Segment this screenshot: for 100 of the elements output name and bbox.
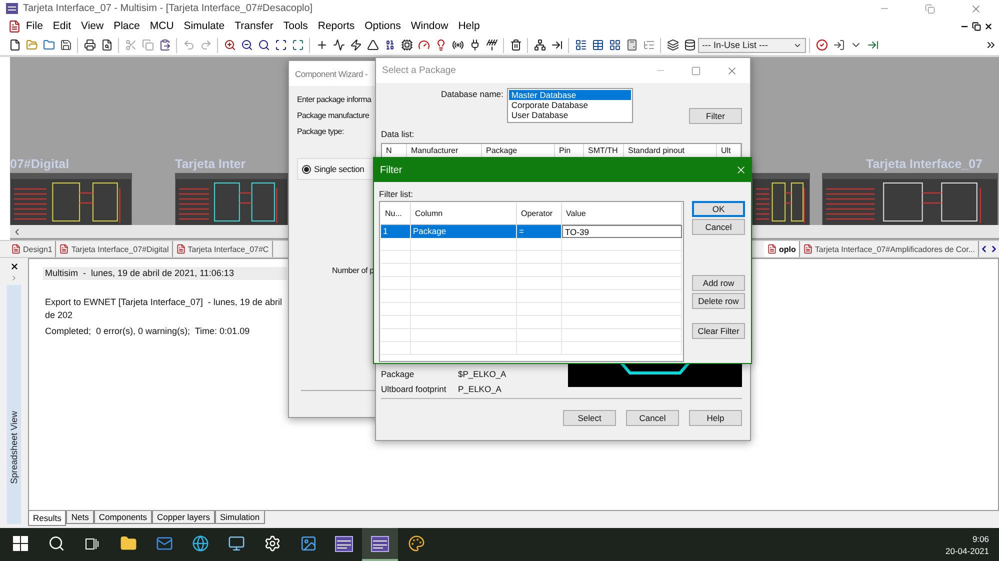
folder-open-icon [26, 39, 38, 51]
dialog-button[interactable]: Select [563, 410, 616, 426]
radio-button[interactable] [302, 164, 311, 174]
palette-icon [408, 535, 424, 552]
list-tree-icon [642, 39, 654, 51]
search-icon [258, 39, 270, 51]
menu-item[interactable]: Simulate [178, 18, 230, 34]
document-icon [176, 244, 186, 254]
calculator-icon [626, 39, 638, 51]
table-cell: 1 [381, 225, 411, 238]
value-input-field[interactable]: TO-39 [562, 225, 682, 238]
settings-icon [264, 535, 280, 552]
layers-icon [666, 39, 678, 51]
menu-item[interactable]: Transfer [230, 18, 278, 34]
image-icon [300, 535, 316, 552]
radio-icon [452, 39, 464, 51]
taskbar-button[interactable] [362, 528, 398, 561]
dialog-button[interactable]: Cancel [626, 410, 679, 426]
database-item[interactable]: Corporate Database [509, 100, 632, 110]
document-icon [8, 20, 21, 32]
app-logo-icon [6, 3, 18, 14]
database-item[interactable]: User Database [509, 110, 632, 120]
canvas-title: Tarjeta Inter [175, 157, 246, 171]
scroll-left-icon[interactable] [979, 244, 989, 254]
field-label: Package manufacture [297, 110, 370, 122]
printer-icon [84, 39, 96, 51]
binary-icon [384, 39, 396, 51]
dialog-button[interactable]: Add row [692, 275, 745, 291]
dialog-button[interactable]: Delete row [692, 293, 745, 309]
maximize-icon [691, 66, 701, 76]
menu-item[interactable]: MCU [144, 18, 179, 34]
copy-icon [142, 39, 154, 51]
arrow-to-line-icon [550, 39, 562, 51]
clock-date: 20-04-2021 [946, 546, 989, 556]
sheet-tab[interactable]: Copper layers [152, 511, 215, 524]
zoom-out-icon [240, 39, 252, 51]
dialog-title: Component Wizard - [295, 68, 368, 78]
zoom-in-icon [224, 39, 236, 51]
sheet-tab[interactable]: Simulation [214, 511, 265, 524]
menu-item[interactable]: Options [360, 18, 406, 34]
dialog-button[interactable]: OK [692, 201, 745, 217]
folder-icon [42, 39, 54, 51]
field-label: Package [381, 369, 416, 379]
menu-item[interactable]: Place [108, 18, 145, 34]
design-tab[interactable]: Tarjeta Interface_07#C [172, 241, 273, 257]
plus-icon [316, 39, 328, 51]
restore-icon [925, 4, 935, 14]
menu-item[interactable]: File [21, 18, 48, 34]
field-value: P_ELKO_A [458, 384, 502, 394]
window-title: Tarjeta Interface_07 - Multisim - [Tarjeta Interface_07#Desacoplo] [23, 3, 313, 14]
menu-item[interactable]: Tools [278, 18, 313, 34]
sheet-tab[interactable]: Results [28, 511, 66, 526]
filter-button[interactable]: Filter [689, 108, 742, 124]
plug-icon [468, 39, 480, 51]
dialog-button[interactable]: Help [689, 410, 742, 426]
arrow-to-line-icon [866, 39, 878, 51]
database-list[interactable]: Master Database Corporate Database User Database [507, 88, 634, 123]
database-item[interactable]: Master Database [509, 90, 632, 100]
grid-icon [608, 39, 620, 51]
design-tab[interactable]: Tarjeta Interface_07#Amplificadores de Cor... [800, 241, 979, 257]
dialog-button[interactable]: Clear Filter [692, 323, 745, 339]
design-tab[interactable]: oplo [764, 241, 800, 257]
design-tab[interactable]: Design1 [8, 241, 56, 257]
save-icon [60, 39, 72, 51]
field-label: Ultboard footprint [381, 384, 448, 394]
design-tab[interactable]: Tarjeta Interface_07#Digital [56, 241, 173, 257]
clock-time: 9:06 [972, 534, 989, 544]
task-view-icon [85, 536, 99, 550]
menu-item[interactable]: Edit [48, 18, 76, 34]
chevrons-right-icon [984, 39, 996, 51]
sheet-tab[interactable]: Components [94, 511, 152, 524]
trash-icon [510, 39, 522, 51]
in-use-list-dropdown[interactable]: --- In-Use List --- [698, 38, 806, 52]
field-label: Data list: [381, 129, 416, 139]
scissors-icon [124, 39, 136, 51]
canvas-title: 07#Digital [10, 157, 70, 171]
menu-item[interactable]: View [76, 18, 109, 34]
menu-item[interactable]: Help [453, 18, 485, 34]
lightning-icon [350, 39, 362, 51]
log-header: Multisim - lunes, 19 de abril de 2021, 11:06:13 [43, 267, 287, 280]
menu-item[interactable]: Reports [312, 18, 360, 34]
close-icon[interactable] [10, 262, 18, 271]
scroll-right-icon[interactable] [989, 244, 999, 254]
menu-item[interactable]: Window [406, 18, 454, 34]
restore-icon[interactable] [972, 22, 981, 30]
windows-logo-icon [12, 536, 28, 551]
monitor-icon [228, 535, 244, 552]
field-value: $P_ELKO_A [458, 369, 506, 379]
document-icon [802, 244, 813, 254]
sheet-tab[interactable]: Nets [66, 511, 94, 524]
radio-label: Single section [314, 164, 364, 174]
close-icon[interactable] [984, 22, 993, 30]
dialog-title: Filter [380, 164, 402, 176]
login-icon [832, 39, 844, 51]
field-label: Package type: [297, 126, 344, 138]
document-icon [767, 244, 778, 254]
document-icon [11, 244, 21, 254]
dialog-button[interactable]: Cancel [692, 219, 745, 235]
field-label: Enter package informa [297, 94, 372, 106]
search-icon [48, 535, 64, 552]
